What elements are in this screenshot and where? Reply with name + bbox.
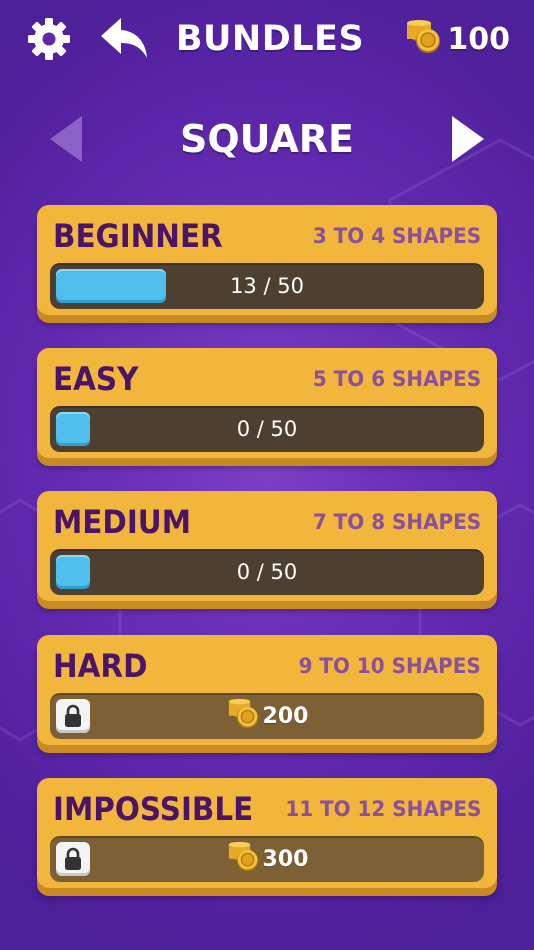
progress-bar: 13 / 50: [50, 263, 484, 309]
coin-count: 100: [447, 21, 510, 57]
bundle-name: EASY: [53, 360, 139, 398]
bundle-shape-range: 5 TO 6 SHAPES: [312, 367, 481, 391]
unlock-bar[interactable]: 200: [50, 693, 484, 739]
unlock-cost-value: 200: [262, 703, 309, 729]
unlock-cost-value: 300: [262, 846, 309, 872]
coin-stack-icon: [226, 841, 262, 877]
bundle-name: IMPOSSIBLE: [53, 790, 254, 828]
bundle-card-beginner[interactable]: BEGINNER 3 TO 4 SHAPES 13 / 50: [37, 205, 497, 315]
coin-stack-icon: [404, 19, 444, 59]
bundle-card-hard[interactable]: HARD 9 TO 10 SHAPES 200: [37, 635, 497, 745]
bundle-shape-range: 7 TO 8 SHAPES: [312, 510, 481, 534]
coin-stack-icon: [226, 698, 262, 734]
gear-icon[interactable]: [24, 14, 74, 64]
unlock-bar[interactable]: 300: [50, 836, 484, 882]
category-title: SQUARE: [180, 117, 354, 161]
bundle-name: BEGINNER: [53, 217, 223, 255]
category-selector: SQUARE: [0, 104, 534, 174]
coin-balance: 100: [404, 16, 510, 62]
bundle-shape-range: 3 TO 4 SHAPES: [312, 224, 481, 248]
bundle-card-impossible[interactable]: IMPOSSIBLE 11 TO 12 SHAPES 300: [37, 778, 497, 888]
bundle-card-easy[interactable]: EASY 5 TO 6 SHAPES 0 / 50: [37, 348, 497, 458]
unlock-cost: 300: [50, 836, 484, 882]
arrow-right-icon[interactable]: [446, 114, 490, 164]
progress-bar: 0 / 50: [50, 406, 484, 452]
progress-bar: 0 / 50: [50, 549, 484, 595]
bundle-name: HARD: [53, 647, 148, 685]
page-title: BUNDLES: [175, 19, 365, 59]
top-bar: BUNDLES 100: [0, 0, 534, 80]
progress-text: 0 / 50: [236, 560, 298, 584]
arrow-left-icon[interactable]: [44, 114, 88, 164]
progress-text: 13 / 50: [230, 274, 304, 298]
bundle-name: MEDIUM: [53, 503, 191, 541]
progress-text: 0 / 50: [236, 417, 298, 441]
back-arrow-icon[interactable]: [98, 14, 154, 64]
bundle-shape-range: 11 TO 12 SHAPES: [284, 797, 481, 821]
bundle-shape-range: 9 TO 10 SHAPES: [298, 654, 481, 678]
unlock-cost: 200: [50, 693, 484, 739]
bundle-card-medium[interactable]: MEDIUM 7 TO 8 SHAPES 0 / 50: [37, 491, 497, 601]
